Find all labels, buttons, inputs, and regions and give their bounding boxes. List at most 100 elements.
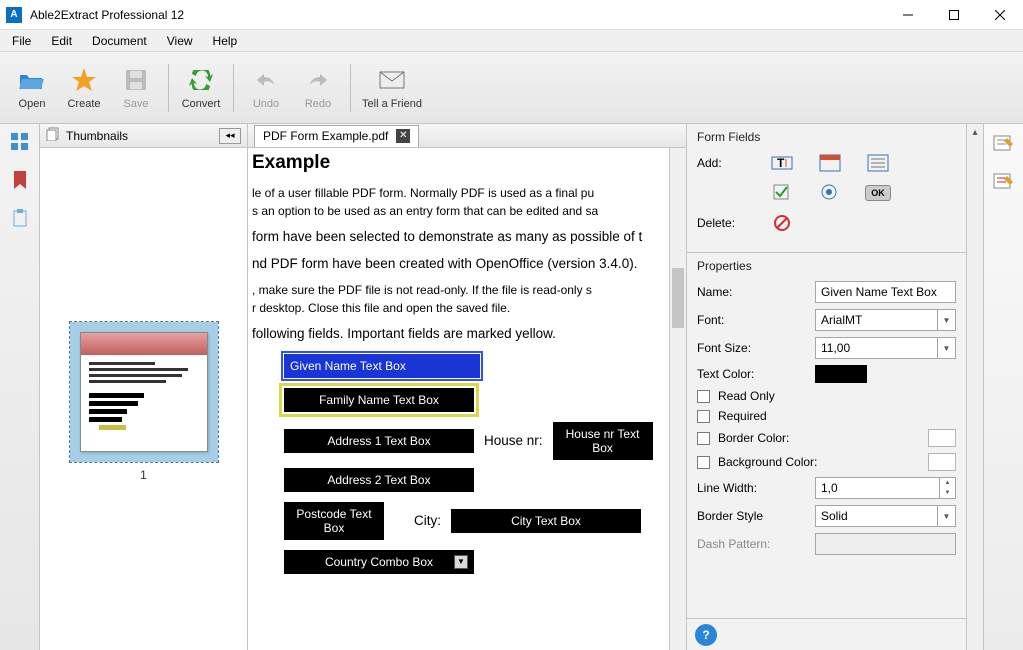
properties-panel: Form Fields Add: T OK Delete: <box>686 124 966 650</box>
right-sidebar-strip <box>983 124 1023 650</box>
spin-down-icon[interactable]: ▼ <box>940 488 955 498</box>
convert-icon <box>187 66 215 94</box>
add-label: Add: <box>697 156 747 170</box>
prop-font-select[interactable]: ArialMT▼ <box>815 309 956 331</box>
prop-bordercolor-checkbox[interactable] <box>697 432 710 445</box>
minimize-button[interactable] <box>885 0 931 30</box>
prop-readonly-label: Read Only <box>718 389 775 403</box>
menu-document[interactable]: Document <box>82 31 157 51</box>
prop-name-input[interactable]: Given Name Text Box <box>815 281 956 303</box>
chevron-down-icon: ▼ <box>937 506 955 526</box>
close-button[interactable] <box>977 0 1023 30</box>
thumbnail-page-1[interactable] <box>70 322 218 462</box>
form-field-house-nr[interactable]: House nr Text Box <box>553 422 653 460</box>
chevron-down-icon: ▼ <box>937 310 955 330</box>
clipboard-icon[interactable] <box>8 206 32 230</box>
save-icon <box>122 66 150 94</box>
help-button[interactable]: ? <box>695 624 717 646</box>
label-city: City: <box>414 513 441 528</box>
toolbar: Open Create Save Convert Undo Redo Tell … <box>0 52 1023 124</box>
form-field-postcode[interactable]: Postcode Text Box <box>284 502 384 540</box>
delete-field-button[interactable] <box>769 212 795 234</box>
prop-fontsize-select[interactable]: 11,00▼ <box>815 337 956 359</box>
add-checkbox-button[interactable] <box>769 182 795 204</box>
prop-linewidth-spinner[interactable]: 1,0▲▼ <box>815 477 956 499</box>
toolbar-separator <box>168 64 169 112</box>
prop-dash-label: Dash Pattern: <box>697 537 809 551</box>
menu-file[interactable]: File <box>2 31 41 51</box>
prop-required-checkbox[interactable] <box>697 410 710 423</box>
menubar: File Edit Document View Help <box>0 30 1023 52</box>
tell-a-friend-button[interactable]: Tell a Friend <box>357 56 427 120</box>
properties-scrollbar[interactable]: ▴ <box>966 124 983 650</box>
tab-close-button[interactable]: ✕ <box>396 129 410 143</box>
add-list-button[interactable] <box>865 152 891 174</box>
prop-bgcolor-checkbox[interactable] <box>697 456 710 469</box>
left-sidebar-strip <box>0 124 40 650</box>
svg-text:T: T <box>777 156 785 170</box>
menu-help[interactable]: Help <box>203 31 248 51</box>
thumbnails-header: Thumbnails ◂◂ <box>40 124 247 148</box>
add-signature-button[interactable] <box>817 152 843 174</box>
menu-edit[interactable]: Edit <box>41 31 82 51</box>
tab-title: PDF Form Example.pdf <box>263 129 388 143</box>
form-field-city[interactable]: City Text Box <box>451 509 641 533</box>
prop-name-label: Name: <box>697 285 809 299</box>
document-tab[interactable]: PDF Form Example.pdf ✕ <box>254 125 419 147</box>
prop-textcolor-label: Text Color: <box>697 367 809 381</box>
add-textfield-button[interactable]: T <box>769 152 795 174</box>
thumbnails-title: Thumbnails <box>66 129 128 143</box>
form-field-address1[interactable]: Address 1 Text Box <box>284 429 474 453</box>
redo-button[interactable]: Redo <box>292 56 344 120</box>
create-button[interactable]: Create <box>58 56 110 120</box>
bookmark-icon[interactable] <box>8 168 32 192</box>
thumbnails-panel: Thumbnails ◂◂ <box>40 124 248 650</box>
document-scrollbar[interactable] <box>669 148 686 650</box>
titlebar: A Able2Extract Professional 12 <box>0 0 1023 30</box>
scroll-up-icon[interactable]: ▴ <box>967 124 983 140</box>
edit-text-mode-icon[interactable] <box>992 170 1016 194</box>
document-viewport[interactable]: Example le of a user fillable PDF form. … <box>248 148 686 650</box>
toolbar-separator <box>233 64 234 112</box>
prop-readonly-checkbox[interactable] <box>697 390 710 403</box>
chevron-down-icon: ▼ <box>454 555 468 569</box>
envelope-icon <box>378 66 406 94</box>
edit-form-mode-icon[interactable] <box>992 132 1016 156</box>
prop-borderstyle-label: Border Style <box>697 509 809 523</box>
redo-icon <box>304 66 332 94</box>
form-field-address2[interactable]: Address 2 Text Box <box>284 468 474 492</box>
open-button[interactable]: Open <box>6 56 58 120</box>
maximize-button[interactable] <box>931 0 977 30</box>
form-field-family-name[interactable]: Family Name Text Box <box>284 388 474 412</box>
prop-font-label: Font: <box>697 313 809 327</box>
form-field-country-combo[interactable]: Country Combo Box ▼ <box>284 550 474 574</box>
thumbnails-body: 1 <box>40 148 247 650</box>
prop-textcolor-swatch[interactable] <box>815 365 867 383</box>
prop-bordercolor-swatch[interactable] <box>928 429 956 447</box>
collapse-panel-button[interactable]: ◂◂ <box>219 128 241 144</box>
undo-icon <box>252 66 280 94</box>
undo-button[interactable]: Undo <box>240 56 292 120</box>
form-fields-group: Form Fields Add: T OK Delete: <box>687 124 966 253</box>
document-area: PDF Form Example.pdf ✕ Example le of a u… <box>248 124 686 650</box>
doc-heading: Example <box>252 152 665 174</box>
label-house-nr: House nr: <box>484 433 543 448</box>
folder-open-icon <box>18 66 46 94</box>
pdf-page: Example le of a user fillable PDF form. … <box>248 148 678 650</box>
chevron-down-icon: ▼ <box>937 338 955 358</box>
add-button-field[interactable]: OK <box>865 185 891 201</box>
spin-up-icon[interactable]: ▲ <box>940 478 955 488</box>
menu-view[interactable]: View <box>157 31 203 51</box>
save-button[interactable]: Save <box>110 56 162 120</box>
form-field-given-name[interactable]: Given Name Text Box <box>284 354 480 378</box>
form-fields-title: Form Fields <box>697 130 956 144</box>
prop-borderstyle-select[interactable]: Solid▼ <box>815 505 956 527</box>
add-radio-button[interactable] <box>817 182 843 204</box>
properties-footer: ? <box>687 618 966 650</box>
thumbnails-toggle-icon[interactable] <box>8 130 32 154</box>
prop-bgcolor-swatch[interactable] <box>928 453 956 471</box>
convert-button[interactable]: Convert <box>175 56 227 120</box>
prop-bordercolor-label: Border Color: <box>718 431 789 445</box>
prop-linewidth-label: Line Width: <box>697 481 809 495</box>
delete-label: Delete: <box>697 216 747 230</box>
